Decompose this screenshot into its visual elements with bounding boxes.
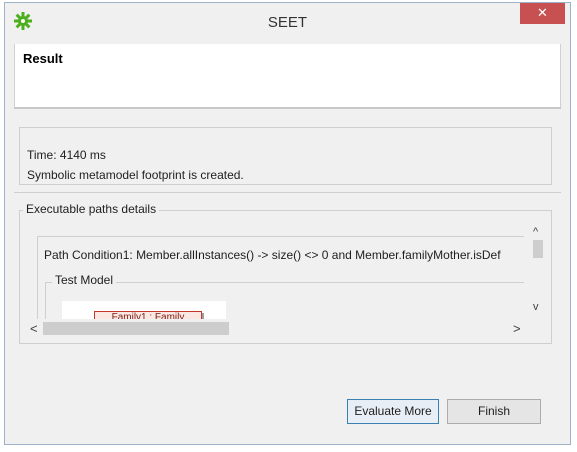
horizontal-scroll-thumb[interactable] xyxy=(43,322,229,335)
scroll-down-icon[interactable]: v xyxy=(533,301,539,313)
window-title: SEET xyxy=(267,14,308,31)
status-message: Symbolic metamodel footprint is created. xyxy=(27,168,244,182)
scroll-left-icon[interactable]: < xyxy=(30,321,38,336)
path-condition-text: Path Condition1: Member.allInstances() -… xyxy=(44,248,501,262)
test-model-diagram: Family1 : Family xyxy=(62,301,226,319)
path-condition-panel: Path Condition1: Member.allInstances() -… xyxy=(37,236,524,319)
vertical-scrollbar[interactable]: ^ v xyxy=(529,221,547,319)
section-divider xyxy=(14,192,561,193)
close-button[interactable]: ✕ xyxy=(520,3,565,24)
page-title: Result xyxy=(23,51,63,66)
evaluate-more-button[interactable]: Evaluate More xyxy=(347,399,439,424)
finish-button[interactable]: Finish xyxy=(447,399,541,424)
executable-paths-label: Executable paths details xyxy=(23,202,160,216)
time-text: Time: 4140 ms xyxy=(27,148,106,162)
family-node[interactable]: Family1 : Family xyxy=(94,311,202,319)
paths-scroll-area[interactable]: Path Condition1: Member.allInstances() -… xyxy=(25,221,547,338)
horizontal-scrollbar[interactable]: < > xyxy=(25,319,529,338)
scroll-right-icon[interactable]: > xyxy=(513,321,521,336)
result-info-box: Time: 4140 ms Symbolic metamodel footpri… xyxy=(19,127,552,185)
scroll-up-icon[interactable]: ^ xyxy=(533,226,538,238)
header-divider xyxy=(14,107,561,109)
test-model-label: Test Model xyxy=(52,273,117,287)
vertical-scroll-thumb[interactable] xyxy=(533,240,543,258)
seet-dialog: SEET ✕ Result Time: 4140 ms Symbolic met… xyxy=(4,2,571,445)
title-bar[interactable]: SEET ✕ xyxy=(5,3,570,39)
header-banner: Result xyxy=(14,44,561,107)
